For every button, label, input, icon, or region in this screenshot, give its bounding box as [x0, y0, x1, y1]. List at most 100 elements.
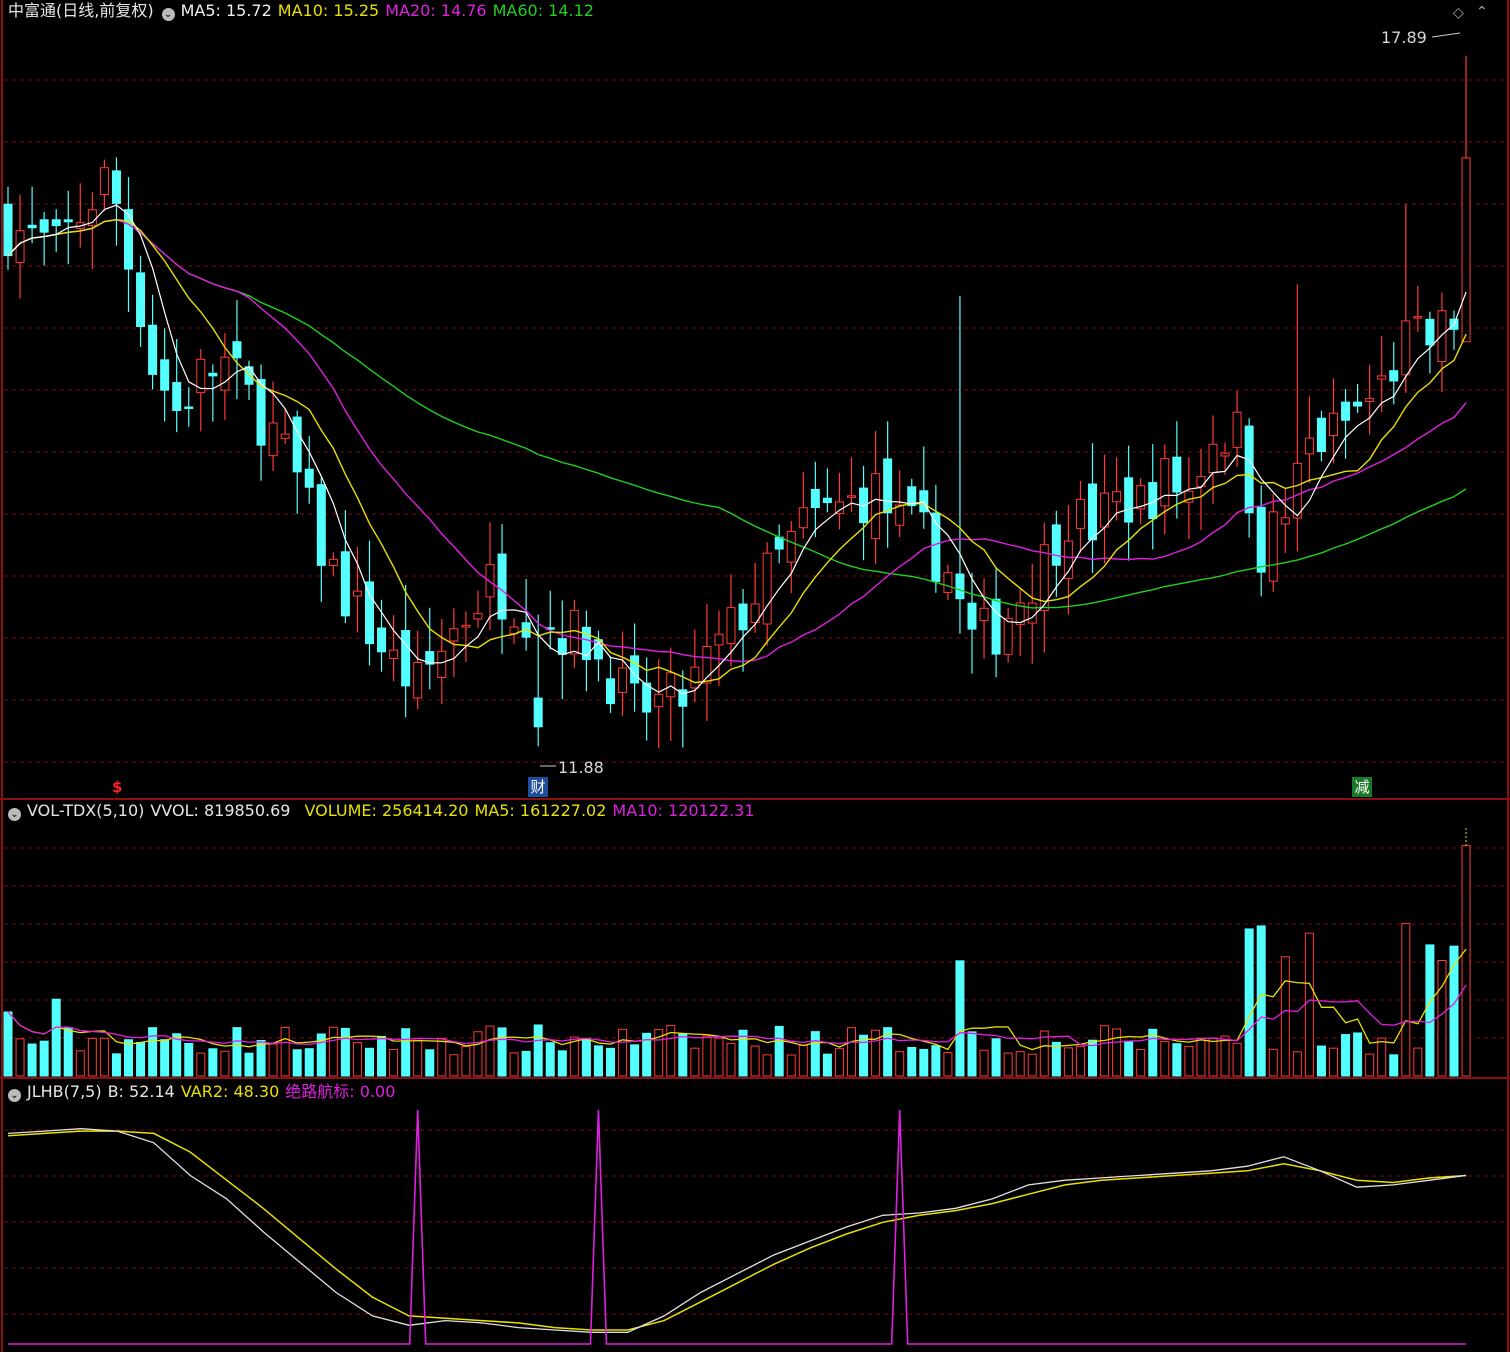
- candle-body: [714, 633, 724, 646]
- volume-bar: [377, 1035, 387, 1077]
- ma20-label: MA20: 14.76: [385, 1, 487, 20]
- volume-bar: [1425, 944, 1435, 1077]
- low-price-marker: 11.88: [558, 758, 604, 777]
- volume-bar: [955, 960, 965, 1077]
- volume-bar: [581, 1037, 591, 1077]
- candle-body: [39, 219, 49, 233]
- volume-bar: [124, 1039, 133, 1077]
- vvol-label: VVOL: 819850.69: [150, 801, 291, 820]
- volume-bar: [1172, 1043, 1182, 1077]
- volume-bar: [340, 1027, 350, 1077]
- event-reduce-marker[interactable]: 减: [1352, 777, 1372, 797]
- diamond-icon[interactable]: ◇: [1453, 5, 1464, 21]
- candle-body: [569, 609, 579, 655]
- candle-body: [111, 170, 121, 204]
- volume-bar: [1075, 1045, 1085, 1077]
- volume-bar: [1051, 1041, 1061, 1077]
- candle-body: [847, 495, 856, 498]
- chart-canvas: [0, 0, 1510, 1352]
- candle-body: [1112, 491, 1122, 503]
- candle-body: [822, 497, 832, 504]
- candle-body: [268, 422, 278, 457]
- volume-bar: [1365, 1053, 1375, 1077]
- candle-body: [99, 167, 109, 196]
- volume-bar: [1341, 1034, 1351, 1077]
- volume-bar: [449, 1054, 459, 1077]
- candle-body: [208, 372, 218, 377]
- volume-bar: [871, 1029, 881, 1077]
- volume-bar: [979, 1049, 989, 1077]
- volume-bar: [859, 1034, 869, 1077]
- volume-bar: [1100, 1025, 1110, 1077]
- volume-bar: [3, 1011, 13, 1077]
- volume-bar: [762, 1054, 772, 1077]
- volume-bar: [63, 1027, 73, 1077]
- candle-body: [3, 203, 13, 257]
- volume-bar: [99, 1037, 109, 1077]
- candle-body: [136, 272, 146, 328]
- candle-body: [991, 598, 1001, 655]
- expand-up-icon[interactable]: ⌃: [1476, 4, 1488, 20]
- candle-body: [1244, 425, 1254, 514]
- candle-body: [979, 607, 989, 622]
- candle-body: [1220, 452, 1230, 457]
- volume-bar: [1401, 923, 1411, 1077]
- volume-bar: [160, 1039, 170, 1077]
- volume-bar: [75, 1050, 85, 1077]
- volume-bar: [1461, 845, 1471, 1077]
- volume-bar: [533, 1024, 543, 1077]
- indicator-collapse-icon[interactable]: ⌄: [8, 1089, 21, 1102]
- candle-body: [883, 458, 893, 514]
- candle-body: [798, 507, 808, 529]
- volume-header: ⌄ VOL-TDX(5,10) VVOL: 819850.69 VOLUME: 256…: [8, 801, 761, 821]
- event-dollar-marker[interactable]: $: [112, 778, 122, 796]
- volume-bar: [798, 1044, 808, 1077]
- event-finance-marker[interactable]: 财: [528, 777, 548, 797]
- volume-bar: [1413, 1047, 1423, 1077]
- volume-bar: [690, 1047, 700, 1077]
- candle-body: [690, 666, 700, 689]
- volume-bar: [1268, 1048, 1278, 1077]
- volume-bar: [1437, 960, 1447, 1077]
- candle-body: [148, 324, 158, 375]
- b-label: B: 52.14: [107, 1082, 175, 1101]
- volume-bar: [1389, 1054, 1399, 1077]
- candle-body: [449, 628, 459, 642]
- candle-body: [762, 552, 772, 625]
- candle-body: [497, 553, 507, 620]
- volume-bar: [1148, 1028, 1158, 1077]
- volume-bar: [15, 1038, 25, 1077]
- candle-body: [1232, 411, 1242, 448]
- volume-bar: [750, 1045, 760, 1077]
- candle-body: [256, 379, 266, 446]
- main-collapse-icon[interactable]: ⌄: [161, 8, 175, 21]
- volume-collapse-icon[interactable]: ⌄: [8, 808, 21, 821]
- candle-body: [606, 678, 615, 705]
- volume-bar: [220, 1050, 230, 1077]
- volume-bar: [292, 1049, 302, 1077]
- candle-body: [1027, 602, 1037, 624]
- volume-bar: [847, 1027, 856, 1077]
- candle-body: [630, 655, 640, 684]
- volume-bar: [1027, 1053, 1037, 1077]
- candle-body: [654, 693, 664, 708]
- candle-body: [1353, 401, 1363, 407]
- candle-body: [1389, 370, 1399, 382]
- candle-body: [473, 613, 483, 620]
- volume-ma5-label: MA5: 161227.02: [474, 801, 607, 820]
- high-price-marker: 17.89: [1381, 28, 1427, 47]
- volume-bar: [967, 1031, 977, 1077]
- candle-body: [280, 433, 290, 439]
- candle-body: [172, 382, 182, 411]
- volume-bar: [1184, 1045, 1194, 1077]
- volume-bar: [1015, 1051, 1025, 1077]
- candle-body: [1329, 412, 1338, 436]
- ma10-label: MA10: 15.25: [277, 1, 380, 20]
- candle-body: [1377, 375, 1387, 380]
- indicator-title: JLHB(7,5): [27, 1082, 102, 1101]
- volume-bar: [27, 1043, 37, 1077]
- candle-body: [895, 504, 905, 526]
- volume-bar: [111, 1053, 121, 1077]
- volume-bar: [256, 1039, 266, 1077]
- ma60-line: [7, 218, 1467, 609]
